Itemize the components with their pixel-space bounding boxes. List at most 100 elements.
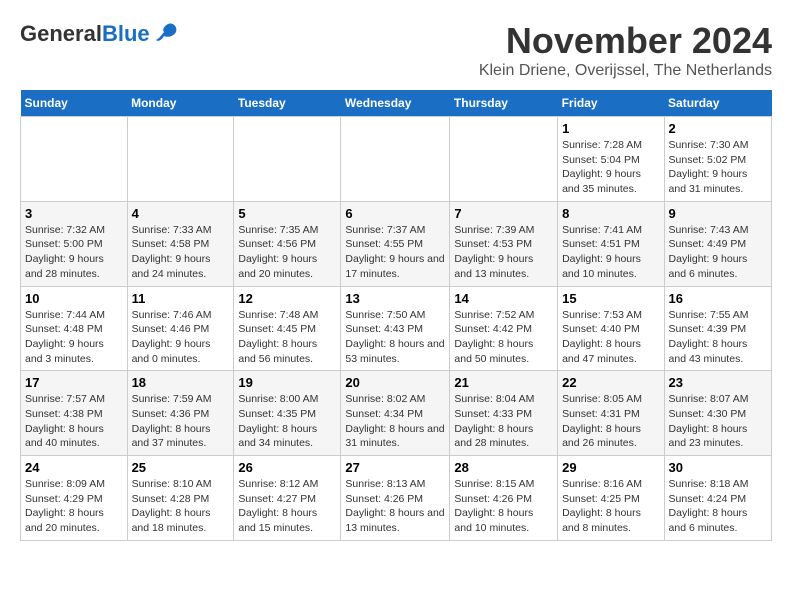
day-info: Sunrise: 8:12 AM Sunset: 4:27 PM Dayligh… <box>238 477 336 536</box>
day-number: 28 <box>454 460 553 475</box>
day-info: Sunrise: 7:39 AM Sunset: 4:53 PM Dayligh… <box>454 223 553 282</box>
calendar-cell: 2 Sunrise: 7:30 AM Sunset: 5:02 PM Daylig… <box>664 117 771 202</box>
day-number: 1 <box>562 121 659 136</box>
day-number: 27 <box>345 460 445 475</box>
day-info: Sunrise: 7:52 AM Sunset: 4:42 PM Dayligh… <box>454 308 553 367</box>
day-info: Sunrise: 7:32 AM Sunset: 5:00 PM Dayligh… <box>25 223 123 282</box>
day-number: 4 <box>132 206 230 221</box>
calendar-cell <box>21 117 128 202</box>
day-info: Sunrise: 7:37 AM Sunset: 4:55 PM Dayligh… <box>345 223 445 282</box>
day-info: Sunrise: 8:09 AM Sunset: 4:29 PM Dayligh… <box>25 477 123 536</box>
calendar-cell: 5Sunrise: 7:35 AM Sunset: 4:56 PM Daylig… <box>234 201 341 286</box>
day-number: 17 <box>25 375 123 390</box>
day-info: Sunrise: 7:28 AM Sunset: 5:04 PM Dayligh… <box>562 138 659 197</box>
day-number: 8 <box>562 206 659 221</box>
calendar-cell: 21 Sunrise: 8:04 AM Sunset: 4:33 PM Dayli… <box>450 371 558 456</box>
day-number: 18 <box>132 375 230 390</box>
calendar-cell: 20 Sunrise: 8:02 AM Sunset: 4:34 PM Dayli… <box>341 371 450 456</box>
day-info: Sunrise: 7:44 AM Sunset: 4:48 PM Dayligh… <box>25 308 123 367</box>
calendar-cell <box>127 117 234 202</box>
day-number: 25 <box>132 460 230 475</box>
day-number: 9 <box>669 206 767 221</box>
day-number: 21 <box>454 375 553 390</box>
calendar-cell <box>450 117 558 202</box>
day-info: Sunrise: 7:55 AM Sunset: 4:39 PM Dayligh… <box>669 308 767 367</box>
calendar-week-row: 10Sunrise: 7:44 AM Sunset: 4:48 PM Dayli… <box>21 286 772 371</box>
weekday-header-sunday: Sunday <box>21 90 128 117</box>
calendar-cell <box>341 117 450 202</box>
day-number: 13 <box>345 291 445 306</box>
day-number: 2 <box>669 121 767 136</box>
day-info: Sunrise: 8:00 AM Sunset: 4:35 PM Dayligh… <box>238 392 336 451</box>
day-info: Sunrise: 8:07 AM Sunset: 4:30 PM Dayligh… <box>669 392 767 451</box>
calendar-cell: 1 Sunrise: 7:28 AM Sunset: 5:04 PM Daylig… <box>558 117 664 202</box>
calendar-cell: 14Sunrise: 7:52 AM Sunset: 4:42 PM Dayli… <box>450 286 558 371</box>
logo-general: General <box>20 21 102 46</box>
weekday-header-monday: Monday <box>127 90 234 117</box>
subtitle: Klein Driene, Overijssel, The Netherland… <box>479 62 772 80</box>
day-number: 6 <box>345 206 445 221</box>
day-info: Sunrise: 7:57 AM Sunset: 4:38 PM Dayligh… <box>25 392 123 451</box>
day-info: Sunrise: 8:15 AM Sunset: 4:26 PM Dayligh… <box>454 477 553 536</box>
calendar-cell: 4 Sunrise: 7:33 AM Sunset: 4:58 PM Daylig… <box>127 201 234 286</box>
calendar-cell: 24 Sunrise: 8:09 AM Sunset: 4:29 PM Dayli… <box>21 456 128 541</box>
calendar-cell: 10Sunrise: 7:44 AM Sunset: 4:48 PM Dayli… <box>21 286 128 371</box>
day-number: 23 <box>669 375 767 390</box>
calendar-cell: 29 Sunrise: 8:16 AM Sunset: 4:25 PM Dayli… <box>558 456 664 541</box>
weekday-header-wednesday: Wednesday <box>341 90 450 117</box>
day-number: 26 <box>238 460 336 475</box>
day-number: 11 <box>132 291 230 306</box>
day-info: Sunrise: 8:18 AM Sunset: 4:24 PM Dayligh… <box>669 477 767 536</box>
calendar-cell: 27Sunrise: 8:13 AM Sunset: 4:26 PM Dayli… <box>341 456 450 541</box>
weekday-header-tuesday: Tuesday <box>234 90 341 117</box>
day-info: Sunrise: 7:35 AM Sunset: 4:56 PM Dayligh… <box>238 223 336 282</box>
day-info: Sunrise: 7:50 AM Sunset: 4:43 PM Dayligh… <box>345 308 445 367</box>
calendar-cell: 11Sunrise: 7:46 AM Sunset: 4:46 PM Dayli… <box>127 286 234 371</box>
day-number: 24 <box>25 460 123 475</box>
day-number: 15 <box>562 291 659 306</box>
day-number: 30 <box>669 460 767 475</box>
day-info: Sunrise: 7:53 AM Sunset: 4:40 PM Dayligh… <box>562 308 659 367</box>
day-number: 3 <box>25 206 123 221</box>
calendar-cell: 3 Sunrise: 7:32 AM Sunset: 5:00 PM Daylig… <box>21 201 128 286</box>
calendar-table: SundayMondayTuesdayWednesdayThursdayFrid… <box>20 90 772 541</box>
logo-blue: Blue <box>102 21 150 46</box>
calendar-cell: 22 Sunrise: 8:05 AM Sunset: 4:31 PM Dayli… <box>558 371 664 456</box>
weekday-header-friday: Friday <box>558 90 664 117</box>
day-info: Sunrise: 8:04 AM Sunset: 4:33 PM Dayligh… <box>454 392 553 451</box>
calendar-cell: 7 Sunrise: 7:39 AM Sunset: 4:53 PM Daylig… <box>450 201 558 286</box>
logo-bird-icon <box>154 20 182 48</box>
day-info: Sunrise: 7:48 AM Sunset: 4:45 PM Dayligh… <box>238 308 336 367</box>
calendar-cell <box>234 117 341 202</box>
weekday-header-saturday: Saturday <box>664 90 771 117</box>
calendar-cell: 9 Sunrise: 7:43 AM Sunset: 4:49 PM Daylig… <box>664 201 771 286</box>
calendar-cell: 8Sunrise: 7:41 AM Sunset: 4:51 PM Daylig… <box>558 201 664 286</box>
calendar-cell: 19 Sunrise: 8:00 AM Sunset: 4:35 PM Dayli… <box>234 371 341 456</box>
title-section: November 2024 Klein Driene, Overijssel, … <box>479 20 772 80</box>
day-number: 16 <box>669 291 767 306</box>
logo: GeneralBlue <box>20 20 182 48</box>
day-number: 19 <box>238 375 336 390</box>
day-info: Sunrise: 8:05 AM Sunset: 4:31 PM Dayligh… <box>562 392 659 451</box>
day-info: Sunrise: 8:16 AM Sunset: 4:25 PM Dayligh… <box>562 477 659 536</box>
calendar-cell: 25Sunrise: 8:10 AM Sunset: 4:28 PM Dayli… <box>127 456 234 541</box>
calendar-cell: 13 Sunrise: 7:50 AM Sunset: 4:43 PM Dayli… <box>341 286 450 371</box>
calendar-cell: 12Sunrise: 7:48 AM Sunset: 4:45 PM Dayli… <box>234 286 341 371</box>
header: GeneralBlue November 2024 Klein Driene, … <box>20 20 772 80</box>
calendar-cell: 15 Sunrise: 7:53 AM Sunset: 4:40 PM Dayli… <box>558 286 664 371</box>
day-number: 7 <box>454 206 553 221</box>
calendar-week-row: 17 Sunrise: 7:57 AM Sunset: 4:38 PM Dayli… <box>21 371 772 456</box>
calendar-week-row: 1 Sunrise: 7:28 AM Sunset: 5:04 PM Daylig… <box>21 117 772 202</box>
day-info: Sunrise: 7:30 AM Sunset: 5:02 PM Dayligh… <box>669 138 767 197</box>
main-title: November 2024 <box>479 20 772 62</box>
day-number: 20 <box>345 375 445 390</box>
day-number: 29 <box>562 460 659 475</box>
calendar-cell: 16 Sunrise: 7:55 AM Sunset: 4:39 PM Dayli… <box>664 286 771 371</box>
calendar-cell: 23 Sunrise: 8:07 AM Sunset: 4:30 PM Dayli… <box>664 371 771 456</box>
day-info: Sunrise: 7:33 AM Sunset: 4:58 PM Dayligh… <box>132 223 230 282</box>
calendar-cell: 30 Sunrise: 8:18 AM Sunset: 4:24 PM Dayli… <box>664 456 771 541</box>
day-info: Sunrise: 7:43 AM Sunset: 4:49 PM Dayligh… <box>669 223 767 282</box>
calendar-cell: 28 Sunrise: 8:15 AM Sunset: 4:26 PM Dayli… <box>450 456 558 541</box>
day-info: Sunrise: 8:02 AM Sunset: 4:34 PM Dayligh… <box>345 392 445 451</box>
day-number: 22 <box>562 375 659 390</box>
